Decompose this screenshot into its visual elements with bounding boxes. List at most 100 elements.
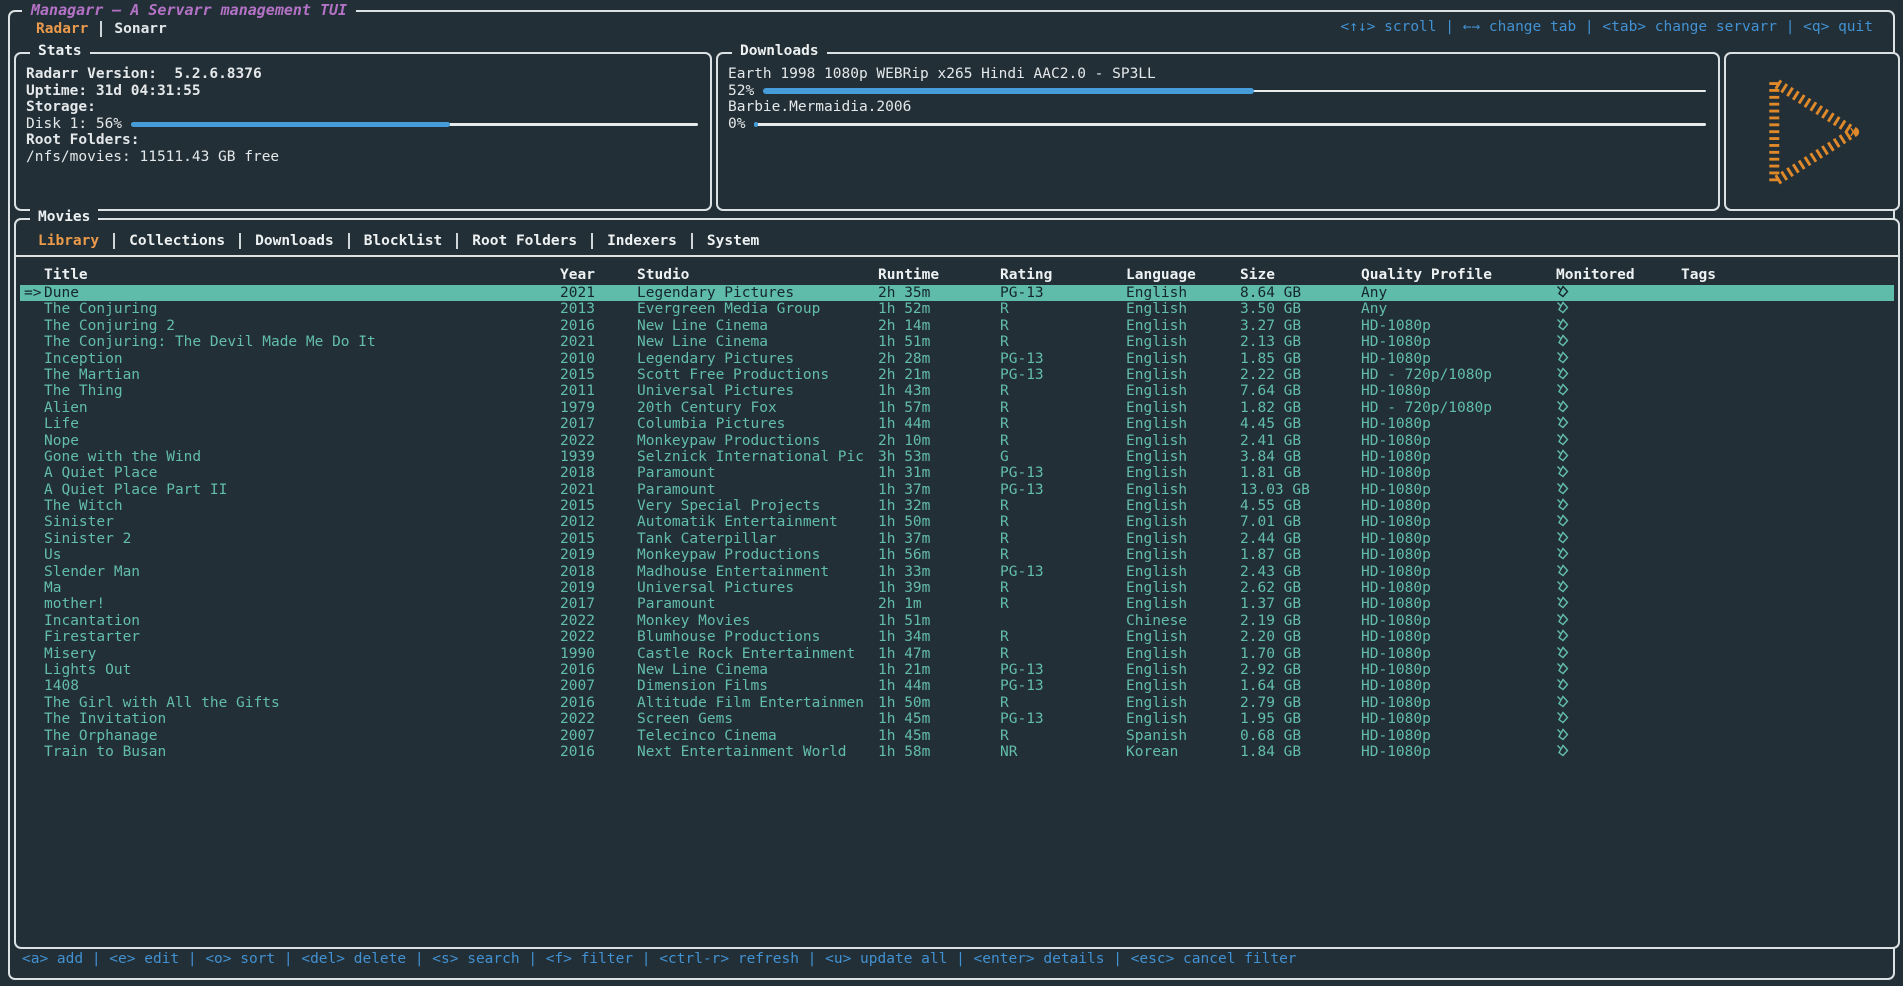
monitored-cell [1556,367,1676,384]
tab-indexers[interactable]: Indexers [591,233,691,249]
movie-rating: R [1000,580,1120,596]
table-row[interactable]: The Conjuring: The Devil Made Me Do It 2… [20,334,1894,350]
tag-icon [1556,629,1569,642]
movie-studio: Altitude Film Entertainmen [637,695,875,711]
movie-size: 2.79 GB [1240,695,1358,711]
table-row[interactable]: Nope 2022 Monkeypaw Productions 2h 10m R… [20,433,1894,449]
movies-tab-bar: Library Collections Downloads Blocklist … [16,226,1898,257]
tab-system[interactable]: System [691,233,773,249]
movie-studio: Selznick International Pic [637,449,875,465]
monitored-cell [1556,580,1676,597]
movie-rating: R [1000,416,1120,432]
movie-rating: R [1000,301,1120,317]
table-row[interactable]: Firestarter 2022 Blumhouse Productions 1… [20,629,1894,645]
disk-usage-label: Disk 1: 56% [26,116,122,133]
movie-quality-profile: HD - 720p/1080p [1361,367,1551,383]
movie-size: 4.45 GB [1240,416,1358,432]
table-row[interactable]: Gone with the Wind 1939 Selznick Interna… [20,449,1894,465]
tab-root-folders[interactable]: Root Folders [456,233,591,249]
table-row[interactable]: Alien 1979 20th Century Fox 1h 57m R Eng… [20,400,1894,416]
servarr-tab-sonarr[interactable]: Sonarr [100,21,178,37]
movie-year: 2007 [560,678,630,694]
tab-library[interactable]: Library [24,233,113,249]
table-row[interactable]: The Girl with All the Gifts 2016 Altitud… [20,695,1894,711]
movie-language: English [1126,514,1236,530]
movie-rating: NR [1000,744,1120,760]
movie-runtime: 1h 50m [878,514,996,530]
movie-language: English [1126,367,1236,383]
table-row[interactable]: The Witch 2015 Very Special Projects 1h … [20,498,1894,514]
table-row[interactable]: Incantation 2022 Monkey Movies 1h 51m Ch… [20,613,1894,629]
servarr-tab-radarr[interactable]: Radarr [24,21,100,37]
managarr-app-window: Managarr — A Servarr management TUI Rada… [0,0,1903,986]
movie-size: 2.13 GB [1240,334,1358,350]
movie-year: 1979 [560,400,630,416]
table-row[interactable]: Slender Man 2018 Madhouse Entertainment … [20,564,1894,580]
tab-downloads[interactable]: Downloads [239,233,348,249]
movie-year: 2021 [560,482,630,498]
movie-language: English [1126,301,1236,317]
column-header-tags: Tags [1681,266,1861,284]
logo-panel [1724,52,1900,211]
table-row[interactable]: The Martian 2015 Scott Free Productions … [20,367,1894,383]
movie-language: Spanish [1126,728,1236,744]
table-row[interactable]: The Conjuring 2 2016 New Line Cinema 2h … [20,318,1894,334]
table-row[interactable]: Inception 2010 Legendary Pictures 2h 28m… [20,351,1894,367]
monitored-cell [1556,596,1676,613]
table-row[interactable]: Ma 2019 Universal Pictures 1h 39m R Engl… [20,580,1894,596]
tab-collections[interactable]: Collections [113,233,239,249]
movie-studio: Paramount [637,482,875,498]
table-row[interactable]: Us 2019 Monkeypaw Productions 1h 56m R E… [20,547,1894,563]
movie-size: 2.43 GB [1240,564,1358,580]
movie-title: Us [44,547,556,563]
table-row[interactable]: The Invitation 2022 Screen Gems 1h 45m P… [20,711,1894,727]
movie-quality-profile: HD-1080p [1361,416,1551,432]
movie-title: The Girl with All the Gifts [44,695,556,711]
movie-year: 2018 [560,564,630,580]
monitored-cell [1556,351,1676,368]
selection-marker: => [24,285,46,301]
table-row[interactable]: The Orphanage 2007 Telecinco Cinema 1h 4… [20,728,1894,744]
movie-studio: Very Special Projects [637,498,875,514]
table-row[interactable]: 1408 2007 Dimension Films 1h 44m PG-13 E… [20,678,1894,694]
monitored-cell [1556,482,1676,499]
movie-size: 1.81 GB [1240,465,1358,481]
movie-rating: R [1000,383,1120,399]
movie-title: Train to Busan [44,744,556,760]
movie-runtime: 1h 57m [878,400,996,416]
download-progress-line: 0% [728,116,1708,133]
movie-language: English [1126,596,1236,612]
tab-blocklist[interactable]: Blocklist [348,233,457,249]
table-row[interactable]: => Dune 2021 Legendary Pictures 2h 35m P… [20,285,1894,301]
movie-language: English [1126,449,1236,465]
movie-quality-profile: HD-1080p [1361,678,1551,694]
table-row[interactable]: mother! 2017 Paramount 2h 1m R English 1… [20,596,1894,612]
movie-rating: PG-13 [1000,465,1120,481]
movie-runtime: 1h 37m [878,531,996,547]
table-row[interactable]: Lights Out 2016 New Line Cinema 1h 21m P… [20,662,1894,678]
movie-quality-profile: HD-1080p [1361,465,1551,481]
monitored-cell [1556,695,1676,712]
movie-size: 7.01 GB [1240,514,1358,530]
movie-language: English [1126,400,1236,416]
table-row[interactable]: Sinister 2 2015 Tank Caterpillar 1h 37m … [20,531,1894,547]
movie-language: English [1126,351,1236,367]
movie-title: Incantation [44,613,556,629]
table-row[interactable]: A Quiet Place 2018 Paramount 1h 31m PG-1… [20,465,1894,481]
movie-quality-profile: HD-1080p [1361,629,1551,645]
table-row[interactable]: Misery 1990 Castle Rock Entertainment 1h… [20,646,1894,662]
table-row[interactable]: The Conjuring 2013 Evergreen Media Group… [20,301,1894,317]
table-row[interactable]: The Thing 2011 Universal Pictures 1h 43m… [20,383,1894,399]
movie-quality-profile: HD-1080p [1361,580,1551,596]
table-row[interactable]: Life 2017 Columbia Pictures 1h 44m R Eng… [20,416,1894,432]
movie-size: 8.64 GB [1240,285,1358,301]
movie-quality-profile: HD-1080p [1361,613,1551,629]
monitored-cell [1556,744,1676,761]
tag-icon [1556,646,1569,659]
movies-panel: Movies Library Collections Downloads Blo… [14,218,1900,949]
table-row[interactable]: Train to Busan 2016 Next Entertainment W… [20,744,1894,760]
table-row[interactable]: A Quiet Place Part II 2021 Paramount 1h … [20,482,1894,498]
movie-title: The Orphanage [44,728,556,744]
movie-year: 2019 [560,547,630,563]
table-row[interactable]: Sinister 2012 Automatik Entertainment 1h… [20,514,1894,530]
